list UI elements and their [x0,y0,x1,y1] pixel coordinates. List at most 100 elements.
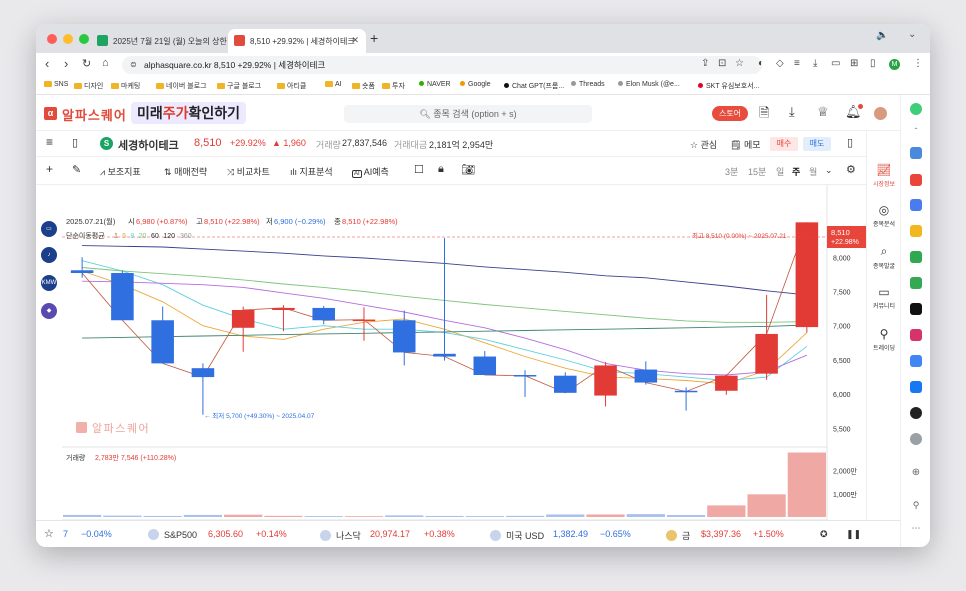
candle-body[interactable] [513,375,537,377]
close-tab-icon[interactable]: ✕ [351,35,359,46]
url-field[interactable]: ⊜ alphasquare.co.kr 8,510 +29.92% | 세경하이… [122,56,762,74]
stock-search-input[interactable]: 🔍︎ 종목 검색 (option + s) [344,105,592,123]
tiktok-icon[interactable] [910,303,922,315]
volume-bar[interactable] [183,514,223,517]
chevron-down-icon[interactable]: ⌄ [825,165,833,176]
receipt-icon[interactable]: 🗎 [759,104,769,126]
strategy-button[interactable]: ⇅ 매매전략 [164,165,207,178]
indicators-button[interactable]: ⩘ 보조지표 [100,165,141,178]
period-week[interactable]: 주 [792,165,800,178]
stock-chart[interactable]: 5,500 6,000 6,500 7,000 7,500 8,000 1,000만 2,00… [62,185,866,536]
bookmark-folder[interactable]: SNS [44,81,68,88]
candle-body[interactable] [392,320,416,353]
profile-icon[interactable]: M [889,59,900,70]
download-icon[interactable]: ⤓ [813,58,817,69]
volume-bar[interactable] [505,515,545,517]
panel-toggle-icon[interactable]: ▯ [847,136,853,149]
volume-bar[interactable] [666,515,706,517]
candle-body[interactable] [70,270,94,274]
extension-icon[interactable] [910,147,922,159]
ma-legend-item[interactable]: 360 [180,233,192,240]
extension-icon[interactable] [910,407,922,419]
watch-button[interactable]: ☆ 관심 [690,138,717,151]
slogan-banner[interactable]: 미래주가확인하기 [131,102,247,124]
candle-body[interactable] [715,375,738,391]
store-button[interactable]: 스토어 [712,106,748,121]
trophy-icon[interactable]: ♕ [817,104,829,120]
camera-icon[interactable]: 📷︎ [461,163,475,176]
screenshot-icon[interactable]: ⊞ [850,58,858,69]
sidebar-item-trading[interactable]: ⚲ 트레이딩 [867,327,901,352]
reload-icon[interactable]: ↻ [82,57,91,70]
site-info-icon[interactable]: ⊜ [130,56,137,74]
period-month[interactable]: 월 [809,165,817,178]
app-icon[interactable]: ▭ [41,221,57,237]
translate-icon[interactable]: ◇ [776,58,784,69]
tab-active[interactable]: 8,510 +29.92% | 세경하이테크 ✕ [228,29,366,53]
bookmark-link[interactable]: Threads [571,81,605,88]
kr-flag-icon[interactable]: ✪ [820,529,828,540]
tab-inactive[interactable]: 2025년 7월 21일 (월) 오늘의 상한 [91,29,228,53]
volume-bar[interactable] [224,514,263,517]
extension-icon[interactable] [910,103,922,115]
favorite-star-icon[interactable]: ☆ [44,527,54,540]
candle-body[interactable] [674,390,698,393]
new-tab-button[interactable]: + [370,30,378,46]
cast-icon[interactable]: ▭ [831,58,840,69]
instagram-icon[interactable] [910,329,922,341]
install-icon[interactable]: ⊡ [718,58,726,69]
volume-bar[interactable] [344,516,384,517]
ticker-item[interactable]: 금 [666,529,690,542]
period-15min[interactable]: 15분 [748,165,766,178]
layout-icon[interactable]: ▯ [72,136,78,149]
close-window-button[interactable] [47,34,57,44]
candle-body[interactable] [312,307,335,321]
chart-svg[interactable]: 5,500 6,000 6,500 7,000 7,500 8,000 1,000만 2,00… [62,185,866,536]
ma-legend-item[interactable]: 1 [114,233,118,240]
extension-icon[interactable]: ◐ [758,58,764,69]
speaker-icon[interactable]: 🔈 [876,30,888,41]
maps-icon[interactable] [910,277,922,289]
candle-body[interactable] [594,365,617,396]
volume-bar[interactable] [425,515,464,517]
period-3min[interactable]: 3분 [725,165,738,178]
download-icon[interactable]: ⤓ [789,104,795,120]
volume-bar[interactable] [385,515,424,517]
bookmark-folder[interactable]: 네이버 블로그 [156,81,207,91]
volume-bar[interactable] [586,514,625,517]
share-icon[interactable]: ⇪ [701,58,709,69]
community-app-icon[interactable]: ◆ [41,303,57,319]
stock-name[interactable]: 세경하이테크 [118,137,179,153]
avatar[interactable] [874,107,887,120]
buy-button[interactable]: 매수 [770,137,798,151]
bookmark-folder[interactable]: 숏폼 [352,81,375,91]
sell-button[interactable]: 매도 [803,137,831,151]
sidebar-item-analysis[interactable]: ◎ 종목분석 [867,203,901,228]
volume-bar[interactable] [304,516,343,517]
bookmark-link[interactable]: Google [460,81,491,88]
menu-icon[interactable]: ⋮ [913,58,923,69]
more-icon[interactable]: ⋯ [910,523,922,535]
settings-gear-icon[interactable]: ⚙︎ [846,163,856,176]
bookmark-link[interactable]: NAVER [419,81,451,88]
volume-bar[interactable] [787,452,826,517]
music-icon[interactable]: ♪ [41,247,57,263]
hamburger-menu-icon[interactable]: ≡ [46,135,53,149]
ticker-item[interactable]: 미국 USD [490,529,544,542]
chevron-down-icon[interactable]: ⌄ [908,29,916,40]
ma-legend-item[interactable]: 5 [122,233,126,240]
lock-icon[interactable]: 🔒︎ [438,163,444,176]
sidebar-item-discover[interactable]: ⌕ 종목발굴 [867,244,901,270]
bookmark-folder[interactable]: 투자 [382,81,405,91]
ai-predict-button[interactable]: AI AI예측 [352,165,389,178]
sidebar-item-community[interactable]: ▭ 커뮤니티 [867,285,901,310]
candle-body[interactable] [554,375,577,393]
candle-body[interactable] [795,222,819,328]
volume-bar[interactable] [546,514,585,517]
candle-body[interactable] [755,333,778,374]
ticker-item[interactable]: 나스닥 [320,529,361,542]
ma-legend-item[interactable]: 120 [163,233,175,240]
candle-body[interactable] [151,320,174,364]
bookmark-folder[interactable]: AI [325,81,342,88]
analysis-button[interactable]: ılı 지표분석 [290,165,333,178]
